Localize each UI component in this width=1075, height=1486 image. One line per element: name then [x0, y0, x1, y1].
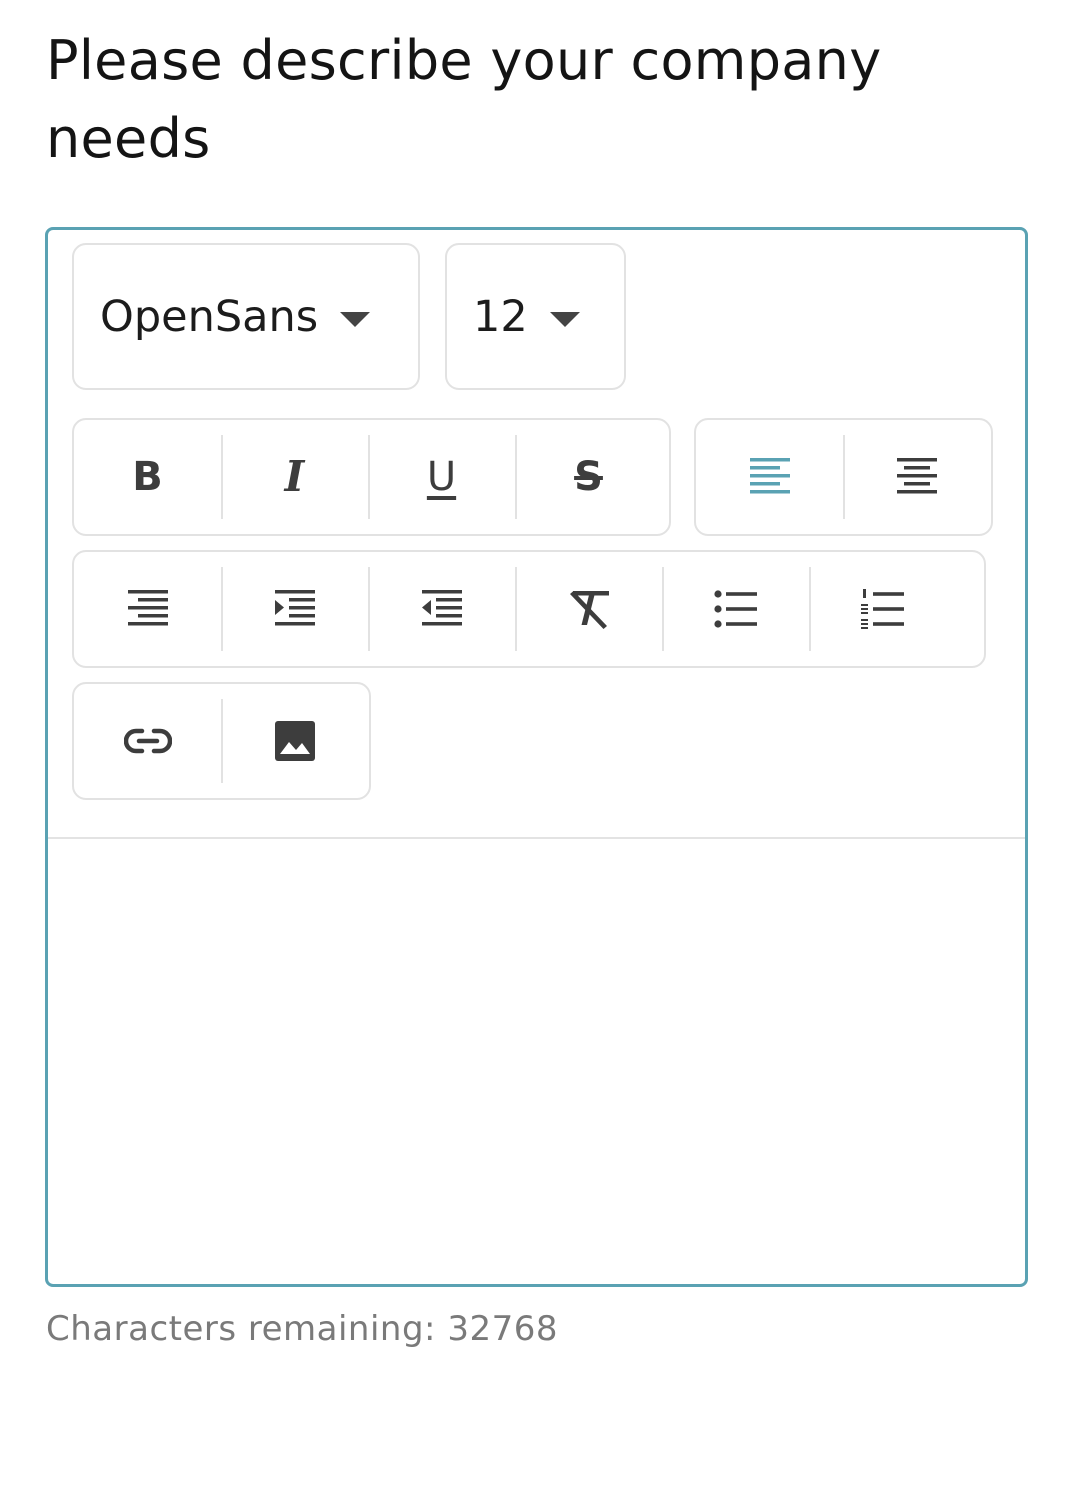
font-size-select[interactable]: 12	[445, 243, 626, 390]
bold-button[interactable]: B	[74, 420, 221, 534]
align-right-button[interactable]	[74, 552, 221, 666]
strikethrough-button[interactable]: S	[515, 420, 662, 534]
italic-icon: I	[284, 452, 305, 501]
numbered-list-icon	[860, 589, 904, 629]
bold-icon: B	[132, 454, 163, 500]
font-family-select[interactable]: OpenSans	[72, 243, 420, 390]
align-right-icon	[127, 590, 168, 626]
image-icon	[274, 721, 315, 761]
text-format-group: B I U S	[72, 418, 671, 536]
font-family-value: OpenSans	[100, 291, 319, 342]
alignment-group	[694, 418, 993, 536]
align-left-icon	[749, 458, 790, 494]
italic-button[interactable]: I	[221, 420, 368, 534]
align-center-button[interactable]	[843, 420, 990, 534]
rich-text-editor: OpenSans 12 B I U S	[45, 227, 1028, 1287]
indent-decrease-icon	[421, 590, 462, 626]
bulleted-list-icon	[713, 590, 757, 628]
link-icon	[123, 728, 172, 754]
underline-icon: U	[426, 454, 457, 500]
align-left-button[interactable]	[696, 420, 843, 534]
caret-down-icon	[340, 312, 371, 327]
indent-increase-button[interactable]	[221, 552, 368, 666]
indent-increase-icon	[274, 590, 315, 626]
caret-down-icon	[549, 312, 580, 327]
clear-format-icon	[569, 591, 609, 629]
paragraph-tools-group	[72, 550, 986, 668]
bulleted-list-button[interactable]	[662, 552, 809, 666]
insert-group	[72, 682, 371, 800]
align-center-icon	[896, 458, 937, 494]
indent-decrease-button[interactable]	[368, 552, 515, 666]
strikethrough-icon: S	[574, 454, 603, 500]
editor-content-area[interactable]	[48, 839, 1025, 1284]
underline-button[interactable]: U	[368, 420, 515, 534]
clear-format-button[interactable]	[515, 552, 662, 666]
font-size-value: 12	[473, 291, 528, 342]
characters-remaining: Characters remaining: 32768	[46, 1309, 558, 1349]
numbered-list-button[interactable]	[809, 552, 956, 666]
question-title: Please describe your company needs	[46, 29, 882, 170]
image-button[interactable]	[221, 684, 368, 798]
link-button[interactable]	[74, 684, 221, 798]
